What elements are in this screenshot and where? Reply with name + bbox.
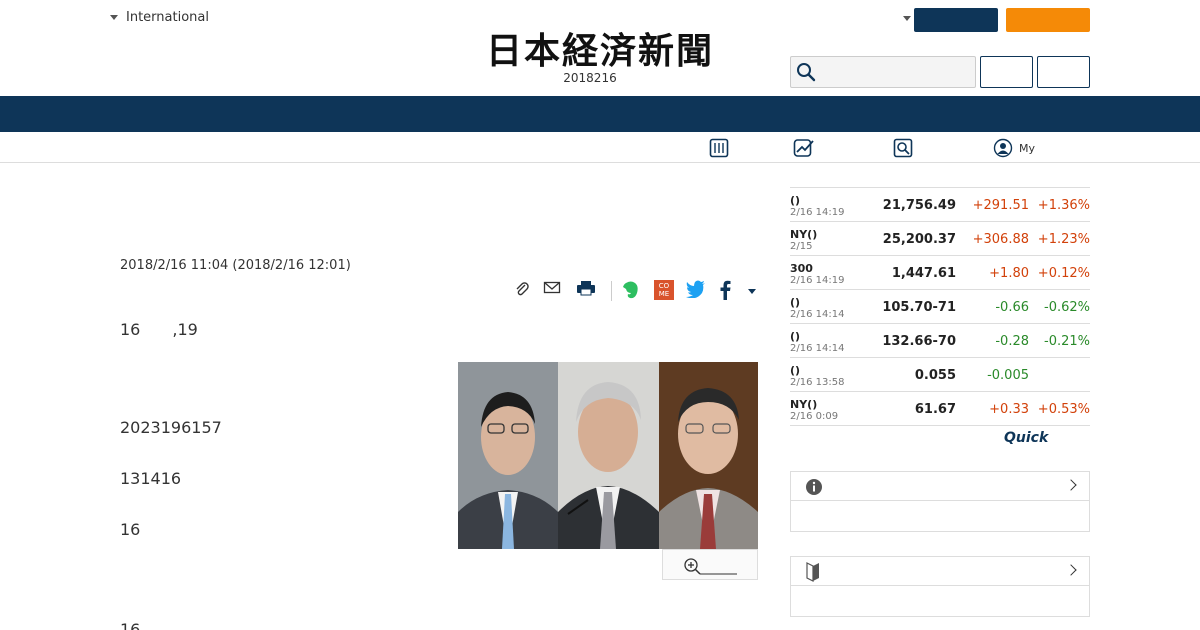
market-name: () xyxy=(790,364,801,377)
market-time: 2/16 14:14 xyxy=(790,343,845,354)
subnav-paper[interactable] xyxy=(709,138,729,158)
zoom-button[interactable] xyxy=(662,549,758,580)
market-value: 25,200.37 xyxy=(882,232,956,247)
zoom-in-icon xyxy=(684,558,737,575)
search-input[interactable] xyxy=(790,56,976,88)
share-toolbar: CO ME xyxy=(512,280,762,302)
subnav-my-label: My xyxy=(1019,141,1036,155)
clip-icon[interactable] xyxy=(514,280,530,298)
edition-label: International xyxy=(126,10,209,25)
market-time: 2/15 xyxy=(790,241,813,252)
come-icon[interactable]: CO ME xyxy=(654,280,674,300)
search-button[interactable] xyxy=(980,56,1033,88)
market-percent: +1.23% xyxy=(1037,232,1090,247)
header-date: 2018216 xyxy=(563,71,617,85)
chart-icon xyxy=(793,139,814,157)
market-value: 1,447.61 xyxy=(891,266,956,281)
main-nav-bar[interactable] xyxy=(0,96,1200,132)
facebook-icon[interactable] xyxy=(719,280,731,300)
market-row[interactable]: NY() 2/16 0:09 61.67 +0.33 +0.53% xyxy=(790,392,1090,426)
market-percent: +0.53% xyxy=(1037,402,1090,417)
market-change: -0.66 xyxy=(995,300,1029,315)
beginner-panel-header[interactable] xyxy=(791,557,1089,586)
market-time: 2/16 14:14 xyxy=(790,309,845,320)
market-percent: -0.62% xyxy=(1044,300,1090,315)
market-name: () xyxy=(790,296,801,309)
market-time: 2/16 14:19 xyxy=(790,275,845,286)
article-paragraph-2: 2023196157 xyxy=(120,418,222,437)
subnav-markets[interactable] xyxy=(793,138,815,158)
more-share-caret-icon[interactable] xyxy=(748,289,756,294)
market-name: NY() xyxy=(790,228,818,241)
chevron-right-icon xyxy=(1065,479,1077,491)
subnav-my[interactable]: My xyxy=(993,138,1035,158)
article-paragraph-3: 131416 xyxy=(120,469,182,488)
market-value: 132.66-70 xyxy=(882,334,956,349)
sub-nav: My xyxy=(0,132,1200,163)
subscribe-button[interactable] xyxy=(1006,8,1090,32)
login-button[interactable] xyxy=(914,8,998,32)
market-name: () xyxy=(790,330,801,343)
article-paragraph-1: 16 ,19 xyxy=(120,320,198,339)
article-paragraph-5: 16 xyxy=(120,620,141,630)
beginner-panel[interactable] xyxy=(790,556,1090,617)
market-row[interactable]: NY() 2/15 25,200.37 +306.88 +1.23% xyxy=(790,222,1090,256)
subnav-search[interactable] xyxy=(893,138,913,158)
market-value: 0.055 xyxy=(914,368,956,383)
info-panel[interactable] xyxy=(790,471,1090,532)
market-percent: +1.36% xyxy=(1037,198,1090,213)
market-percent: +0.12% xyxy=(1037,266,1090,281)
mail-icon[interactable] xyxy=(543,280,561,296)
info-panel-header[interactable] xyxy=(791,472,1089,501)
user-icon xyxy=(993,138,1013,158)
logo-text: 日本経済新聞 xyxy=(485,30,714,72)
market-value: 105.70-71 xyxy=(882,300,956,315)
info-icon xyxy=(806,479,822,495)
market-table: () 2/16 14:19 21,756.49 +291.51 +1.36% NY() 2/… xyxy=(790,187,1090,426)
market-change: +0.33 xyxy=(989,402,1029,417)
market-row[interactable]: 300 2/16 14:19 1,447.61 +1.80 +0.12% xyxy=(790,256,1090,290)
article-paragraph-4: 16 xyxy=(120,520,141,539)
market-row[interactable]: () 2/16 14:19 21,756.49 +291.51 +1.36% xyxy=(790,188,1090,222)
market-change: -0.005 xyxy=(987,368,1029,383)
article-photo[interactable] xyxy=(458,362,758,549)
market-time: 2/16 14:19 xyxy=(790,207,845,218)
account-caret-icon[interactable] xyxy=(903,16,911,21)
advanced-search-button[interactable] xyxy=(1037,56,1090,88)
site-logo[interactable]: 日本経済新聞 xyxy=(450,26,750,72)
market-name: () xyxy=(790,194,801,207)
market-value: 61.67 xyxy=(914,402,956,417)
market-change: +1.80 xyxy=(989,266,1029,281)
print-icon[interactable] xyxy=(576,280,596,296)
market-row[interactable]: () 2/16 13:58 0.055 -0.005 xyxy=(790,358,1090,392)
market-name: NY() xyxy=(790,398,818,411)
market-row[interactable]: () 2/16 14:14 105.70-71 -0.66 -0.62% xyxy=(790,290,1090,324)
search-icon[interactable] xyxy=(796,62,816,82)
evernote-icon[interactable] xyxy=(622,280,640,300)
market-name: 300 xyxy=(790,262,813,275)
chevron-right-icon xyxy=(1065,564,1077,576)
beginner-mark-icon xyxy=(806,562,819,582)
market-change: +306.88 xyxy=(972,232,1029,247)
market-value: 21,756.49 xyxy=(882,198,956,213)
market-change: +291.51 xyxy=(972,198,1029,213)
edition-selector[interactable]: International xyxy=(110,10,209,25)
market-percent: -0.21% xyxy=(1044,334,1090,349)
quick-logo[interactable]: Quick xyxy=(1004,430,1048,446)
search-doc-icon xyxy=(893,138,913,158)
market-time: 2/16 13:58 xyxy=(790,377,845,388)
market-time: 2/16 0:09 xyxy=(790,411,839,422)
share-divider xyxy=(611,281,612,301)
market-change: -0.28 xyxy=(995,334,1029,349)
article-timestamp: 2018/2/16 11:04 (2018/2/16 12:01) xyxy=(120,258,351,273)
market-row[interactable]: () 2/16 14:14 132.66-70 -0.28 -0.21% xyxy=(790,324,1090,358)
newspaper-icon xyxy=(709,138,729,158)
caret-down-icon xyxy=(110,15,118,20)
twitter-icon[interactable] xyxy=(686,280,706,298)
